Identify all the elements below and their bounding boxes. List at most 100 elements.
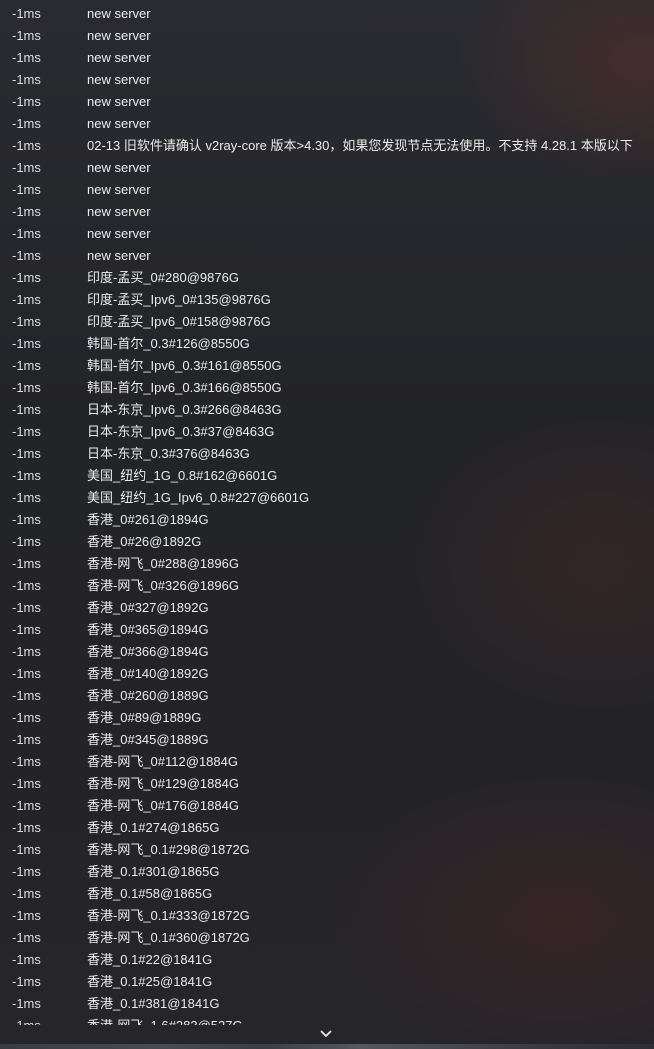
chevron-down-icon xyxy=(320,1030,332,1037)
server-latency: -1ms xyxy=(12,600,41,615)
server-latency: -1ms xyxy=(12,776,41,791)
server-menu-item[interactable]: -1ms new server xyxy=(0,223,654,245)
server-latency: -1ms xyxy=(12,732,41,747)
server-menu-item[interactable]: -1ms 香港_0.1#25@1841G xyxy=(0,971,654,993)
server-latency: -1ms xyxy=(12,622,41,637)
server-menu-item[interactable]: -1ms 香港_0#365@1894G xyxy=(0,619,654,641)
server-latency: -1ms xyxy=(12,864,41,879)
server-name: 香港-网飞_0.1#360@1872G xyxy=(87,930,250,945)
server-name: 韩国-首尔_0.3#126@8550G xyxy=(87,336,250,351)
server-menu-item[interactable]: -1ms new server xyxy=(0,69,654,91)
server-menu-item[interactable]: -1ms 印度-孟买_Ipv6_0#135@9876G xyxy=(0,289,654,311)
server-name: 02-13 旧软件请确认 v2ray-core 版本>4.30，如果您发现节点无… xyxy=(87,138,633,153)
scroll-down-arrow[interactable] xyxy=(318,1027,334,1041)
server-menu-item[interactable]: -1ms 香港-网飞_0#326@1896G xyxy=(0,575,654,597)
server-menu-item[interactable]: -1ms new server xyxy=(0,47,654,69)
server-name: 香港-网飞_0#176@1884G xyxy=(87,798,239,813)
server-menu-item[interactable]: -1ms 香港_0.1#301@1865G xyxy=(0,861,654,883)
server-menu-item[interactable]: -1ms 香港_0#327@1892G xyxy=(0,597,654,619)
server-latency: -1ms xyxy=(12,270,41,285)
server-menu-item[interactable]: -1ms 02-13 旧软件请确认 v2ray-core 版本>4.30，如果您发… xyxy=(0,135,654,157)
server-menu-item[interactable]: -1ms 日本-东京_Ipv6_0.3#266@8463G xyxy=(0,399,654,421)
server-menu-item[interactable]: -1ms 香港-网飞_0.1#360@1872G xyxy=(0,927,654,949)
server-latency: -1ms xyxy=(12,446,41,461)
server-name: 香港_0.1#381@1841G xyxy=(87,996,220,1011)
server-menu-item[interactable]: -1ms 日本-东京_0.3#376@8463G xyxy=(0,443,654,465)
server-list-menu: -1ms new server -1ms new server -1ms new serv… xyxy=(0,3,654,1025)
server-menu-item[interactable]: -1ms 印度-孟买_0#280@9876G xyxy=(0,267,654,289)
server-menu-item[interactable]: -1ms new server xyxy=(0,113,654,135)
server-menu-item[interactable]: -1ms 香港_0#261@1894G xyxy=(0,509,654,531)
server-name: 美国_纽约_1G_0.8#162@6601G xyxy=(87,468,278,483)
server-name: new server xyxy=(87,160,151,175)
server-latency: -1ms xyxy=(12,94,41,109)
server-menu-item[interactable]: -1ms 香港_0#89@1889G xyxy=(0,707,654,729)
server-latency: -1ms xyxy=(12,688,41,703)
server-menu-item[interactable]: -1ms 香港-网飞_0#176@1884G xyxy=(0,795,654,817)
server-latency: -1ms xyxy=(12,72,41,87)
server-latency: -1ms xyxy=(12,930,41,945)
server-menu-item[interactable]: -1ms 香港_0#345@1889G xyxy=(0,729,654,751)
server-menu-item[interactable]: -1ms 香港-网飞_0#288@1896G xyxy=(0,553,654,575)
server-latency: -1ms xyxy=(12,424,41,439)
server-latency: -1ms xyxy=(12,160,41,175)
server-latency: -1ms xyxy=(12,50,41,65)
server-menu-item[interactable]: -1ms 香港-网飞_1.6#283@527G xyxy=(0,1015,654,1025)
server-latency: -1ms xyxy=(12,798,41,813)
server-menu-item[interactable]: -1ms 香港_0#260@1889G xyxy=(0,685,654,707)
server-name: 日本-东京_0.3#376@8463G xyxy=(87,446,250,461)
server-menu-item[interactable]: -1ms new server xyxy=(0,91,654,113)
server-name: 印度-孟买_Ipv6_0#135@9876G xyxy=(87,292,271,307)
server-name: 香港_0#26@1892G xyxy=(87,534,202,549)
server-name: 香港_0#261@1894G xyxy=(87,512,209,527)
server-latency: -1ms xyxy=(12,138,41,153)
server-menu-item[interactable]: -1ms 印度-孟买_Ipv6_0#158@9876G xyxy=(0,311,654,333)
server-menu-item[interactable]: -1ms 韩国-首尔_Ipv6_0.3#161@8550G xyxy=(0,355,654,377)
server-latency: -1ms xyxy=(12,204,41,219)
server-name: new server xyxy=(87,28,151,43)
server-menu-item[interactable]: -1ms new server xyxy=(0,179,654,201)
server-name: 香港_0#89@1889G xyxy=(87,710,202,725)
server-name: 香港_0.1#274@1865G xyxy=(87,820,220,835)
server-latency: -1ms xyxy=(12,666,41,681)
server-latency: -1ms xyxy=(12,358,41,373)
server-menu-item[interactable]: -1ms 香港_0.1#22@1841G xyxy=(0,949,654,971)
server-name: 香港-网飞_1.6#283@527G xyxy=(87,1015,243,1025)
server-menu-item[interactable]: -1ms new server xyxy=(0,201,654,223)
server-latency: -1ms xyxy=(12,886,41,901)
server-menu-item[interactable]: -1ms 韩国-首尔_0.3#126@8550G xyxy=(0,333,654,355)
server-menu-item[interactable]: -1ms new server xyxy=(0,157,654,179)
server-menu-item[interactable]: -1ms 香港_0#26@1892G xyxy=(0,531,654,553)
server-menu-item[interactable]: -1ms 美国_纽约_1G_Ipv6_0.8#227@6601G xyxy=(0,487,654,509)
server-name: 香港-网飞_0.1#298@1872G xyxy=(87,842,250,857)
server-menu-item[interactable]: -1ms 香港_0.1#274@1865G xyxy=(0,817,654,839)
server-latency: -1ms xyxy=(12,380,41,395)
server-menu-item[interactable]: -1ms new server xyxy=(0,3,654,25)
server-menu-item[interactable]: -1ms new server xyxy=(0,25,654,47)
server-menu-item[interactable]: -1ms 香港-网飞_0.1#333@1872G xyxy=(0,905,654,927)
server-latency: -1ms xyxy=(12,820,41,835)
server-name: 香港_0.1#58@1865G xyxy=(87,886,213,901)
server-latency: -1ms xyxy=(12,248,41,263)
server-latency: -1ms xyxy=(12,534,41,549)
server-latency: -1ms xyxy=(12,754,41,769)
server-menu-item[interactable]: -1ms 香港-网飞_0.1#298@1872G xyxy=(0,839,654,861)
server-latency: -1ms xyxy=(12,578,41,593)
server-latency: -1ms xyxy=(12,710,41,725)
server-menu-item[interactable]: -1ms 香港_0#140@1892G xyxy=(0,663,654,685)
server-latency: -1ms xyxy=(12,490,41,505)
server-latency: -1ms xyxy=(12,1015,41,1025)
server-name: 香港_0.1#22@1841G xyxy=(87,952,213,967)
server-menu-item[interactable]: -1ms 香港-网飞_0#129@1884G xyxy=(0,773,654,795)
server-menu-item[interactable]: -1ms 韩国-首尔_Ipv6_0.3#166@8550G xyxy=(0,377,654,399)
server-name: 香港_0#140@1892G xyxy=(87,666,209,681)
server-menu-item[interactable]: -1ms 香港_0.1#381@1841G xyxy=(0,993,654,1015)
server-latency: -1ms xyxy=(12,996,41,1011)
server-name: 香港-网飞_0.1#333@1872G xyxy=(87,908,250,923)
server-menu-item[interactable]: -1ms 香港_0.1#58@1865G xyxy=(0,883,654,905)
server-menu-item[interactable]: -1ms new server xyxy=(0,245,654,267)
server-menu-item[interactable]: -1ms 香港_0#366@1894G xyxy=(0,641,654,663)
server-menu-item[interactable]: -1ms 美国_纽约_1G_0.8#162@6601G xyxy=(0,465,654,487)
server-menu-item[interactable]: -1ms 香港-网飞_0#112@1884G xyxy=(0,751,654,773)
server-menu-item[interactable]: -1ms 日本-东京_Ipv6_0.3#37@8463G xyxy=(0,421,654,443)
